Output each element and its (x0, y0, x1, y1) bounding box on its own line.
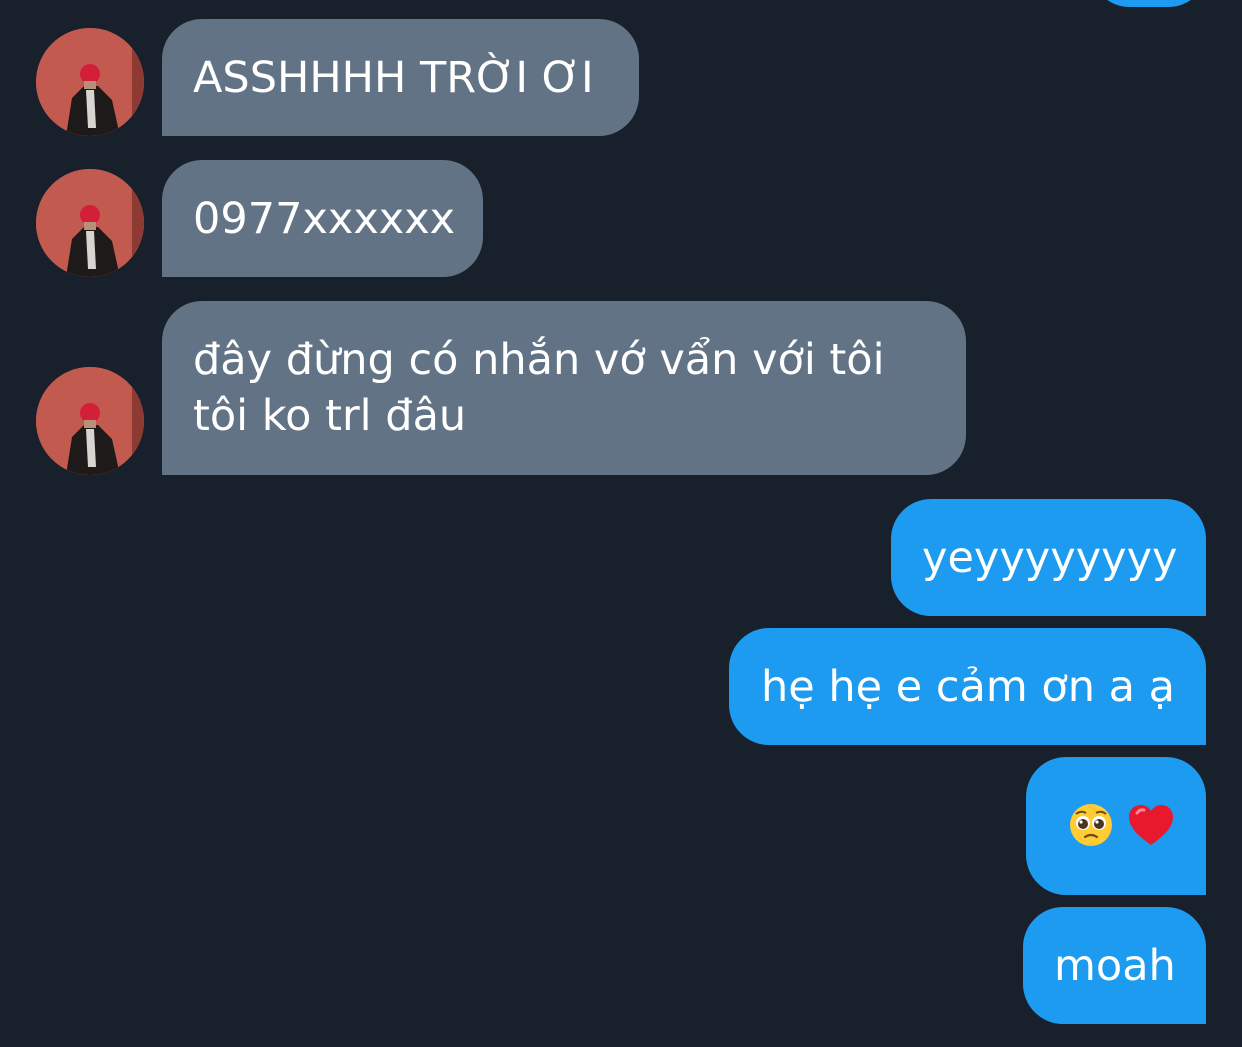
pleading-face-icon (1069, 803, 1113, 847)
incoming-message-bubble[interactable]: ASSHHHH TRỜI ƠI (162, 19, 639, 136)
outgoing-message-bubble[interactable]: hẹ hẹ e cảm ơn a ạ (729, 628, 1206, 745)
outgoing-message-bubble[interactable]: yeyyyyyyyy (891, 499, 1206, 616)
message-text: moah (1054, 941, 1176, 991)
incoming-message-bubble[interactable]: đây đừng có nhắn vớ vẩn với tôi tôi ko t… (162, 301, 966, 475)
message-text-line: tôi ko trl đâu (193, 391, 467, 441)
message-text-line: đây đừng có nhắn vớ vẩn với tôi (193, 335, 885, 385)
red-heart-icon (1127, 803, 1175, 847)
avatar[interactable] (36, 367, 144, 475)
avatar-photo (36, 367, 144, 475)
message-text: yeyyyyyyyy (922, 533, 1178, 583)
avatar[interactable] (36, 169, 144, 277)
outgoing-message-bubble[interactable]: moah (1023, 907, 1206, 1024)
previous-outgoing-bubble-edge (1092, 0, 1206, 7)
message-text: 0977xxxxxx (193, 194, 456, 244)
emoji-row (1069, 803, 1175, 847)
message-text: hẹ hẹ e cảm ơn a ạ (760, 662, 1175, 712)
avatar-photo (36, 28, 144, 136)
avatar-photo (36, 169, 144, 277)
incoming-message-bubble[interactable]: 0977xxxxxx (162, 160, 483, 277)
message-text: ASSHHHH TRỜI ƠI (193, 53, 594, 103)
avatar[interactable] (36, 28, 144, 136)
outgoing-emoji-bubble[interactable] (1026, 757, 1206, 895)
